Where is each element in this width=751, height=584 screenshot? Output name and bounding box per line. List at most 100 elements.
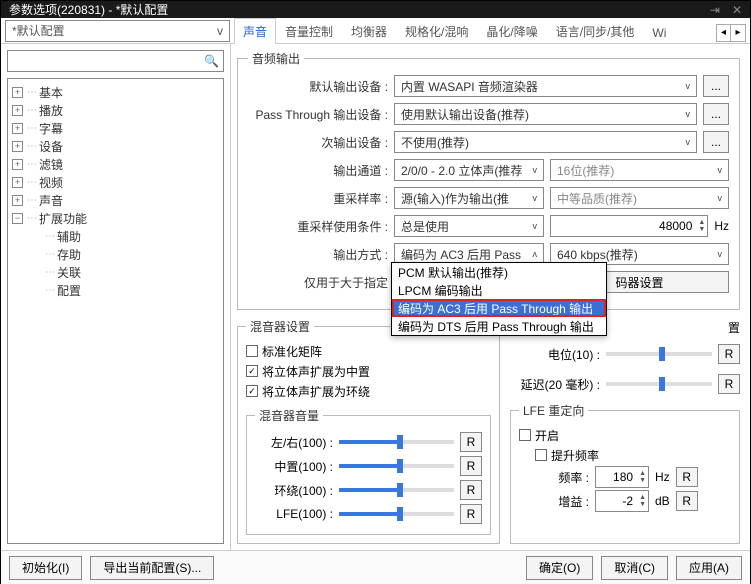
search-input[interactable]: 🔍 — [7, 50, 224, 72]
select-secondary-device[interactable]: 不使用(推荐)v — [394, 131, 697, 153]
slider-level[interactable] — [606, 352, 712, 356]
default-device-more-button[interactable]: ... — [703, 75, 729, 97]
tab-lang[interactable]: 语言/同步/其他 — [547, 18, 644, 44]
chevron-down-icon: v — [718, 165, 723, 175]
export-config-button[interactable]: 导出当前配置(S)... — [90, 556, 214, 580]
chevron-down-icon: v — [217, 24, 223, 38]
reset-level-button[interactable]: R — [718, 344, 740, 364]
reset-delay-button[interactable]: R — [718, 374, 740, 394]
reset-lr-button[interactable]: R — [460, 432, 482, 452]
slider-lfe[interactable] — [339, 512, 454, 516]
titlebar: 参数选项(220831) - *默认配置 ⇥ ✕ — [1, 1, 750, 18]
reset-surround-button[interactable]: R — [460, 480, 482, 500]
unit-hz: Hz — [655, 470, 670, 484]
expand-icon[interactable]: + — [12, 141, 23, 152]
select-default-device[interactable]: 内置 WASAPI 音频渲染器v — [394, 75, 697, 97]
tree-item-basic[interactable]: +⋯基本 — [10, 83, 221, 101]
tab-nav-left-icon[interactable]: ◂ — [717, 25, 731, 41]
apply-button[interactable]: 应用(A) — [676, 556, 742, 580]
expand-icon[interactable]: + — [12, 195, 23, 206]
ok-button[interactable]: 确定(O) — [526, 556, 593, 580]
slider-delay[interactable] — [606, 382, 712, 386]
chevron-down-icon: v — [686, 137, 691, 147]
label-resample-cond: 重采样使用条件 : — [248, 218, 388, 235]
cancel-button[interactable]: 取消(C) — [601, 556, 668, 580]
label-lfe: LFE(100) : — [255, 507, 333, 521]
input-resample-hz[interactable]: 48000▲▼ — [550, 215, 708, 237]
tree-item-audio[interactable]: +⋯声音 — [10, 191, 221, 209]
select-channels[interactable]: 2/0/0 - 2.0 立体声(推荐v — [394, 159, 544, 181]
tree-item-play[interactable]: +⋯播放 — [10, 101, 221, 119]
slider-surround[interactable] — [339, 488, 454, 492]
reset-lfe-freq-button[interactable]: R — [676, 467, 698, 487]
tree-item-ext[interactable]: −⋯扩展功能 — [10, 209, 221, 227]
label-only-for: 仅用于大于指定 — [248, 274, 388, 291]
group-lfe-redirect: LFE 重定向 开启 提升频率 频率 :180▲▼HzR 增益 :-2▲▼dBR — [510, 402, 740, 544]
dropdown-option-selected[interactable]: 编码为 AC3 后用 Pass Through 输出 — [392, 299, 606, 317]
input-lfe-freq[interactable]: 180▲▼ — [595, 466, 649, 488]
dropdown-option[interactable]: LPCM 编码输出 — [392, 281, 606, 299]
nav-tree[interactable]: +⋯基本 +⋯播放 +⋯字幕 +⋯设备 +⋯滤镜 +⋯视频 +⋯声音 −⋯扩展功… — [7, 78, 224, 544]
expand-icon[interactable]: + — [12, 87, 23, 98]
dropdown-option[interactable]: PCM 默认输出(推荐) — [392, 263, 606, 281]
chk-normalize-matrix[interactable]: 标准化矩阵 — [246, 341, 491, 361]
tab-normalize[interactable]: 规格化/混响 — [396, 18, 477, 44]
config-dropdown[interactable]: *默认配置 v — [5, 20, 230, 42]
input-lfe-gain[interactable]: -2▲▼ — [595, 490, 649, 512]
tree-item-assoc[interactable]: ⋯关联 — [10, 263, 221, 281]
tab-scroll-nav[interactable]: ◂ ▸ — [716, 24, 746, 42]
output-mode-dropdown[interactable]: PCM 默认输出(推荐) LPCM 编码输出 编码为 AC3 后用 Pass T… — [391, 262, 607, 336]
secondary-more-button[interactable]: ... — [703, 131, 729, 153]
select-resample-rate[interactable]: 源(输入)作为输出(推v — [394, 187, 544, 209]
select-resample-cond[interactable]: 总是使用v — [394, 215, 544, 237]
expand-icon[interactable]: + — [12, 123, 23, 134]
reset-lfe-button[interactable]: R — [460, 504, 482, 524]
tree-item-video[interactable]: +⋯视频 — [10, 173, 221, 191]
expand-icon[interactable]: + — [12, 105, 23, 116]
chevron-up-icon: ʌ — [533, 249, 538, 259]
chevron-down-icon: v — [718, 193, 723, 203]
label-lfe-gain: 增益 : — [519, 493, 589, 510]
spinner-icon[interactable]: ▲▼ — [698, 219, 705, 233]
pin-icon[interactable]: ⇥ — [710, 3, 720, 17]
tab-volume[interactable]: 音量控制 — [276, 18, 342, 44]
label-channels: 输出通道 : — [248, 162, 388, 179]
dropdown-option[interactable]: 编码为 DTS 后用 Pass Through 输出 — [392, 317, 606, 335]
chk-stereo-center[interactable]: ✓将立体声扩展为中置 — [246, 361, 491, 381]
tree-item-device[interactable]: +⋯设备 — [10, 137, 221, 155]
tree-item-store[interactable]: ⋯存助 — [10, 245, 221, 263]
collapse-icon[interactable]: − — [12, 213, 23, 224]
reset-center-button[interactable]: R — [460, 456, 482, 476]
tab-nav-right-icon[interactable]: ▸ — [731, 25, 745, 41]
spinner-icon[interactable]: ▲▼ — [639, 470, 646, 484]
spinner-icon[interactable]: ▲▼ — [639, 494, 646, 508]
chk-lfe-enable[interactable]: 开启 — [519, 425, 731, 445]
expand-icon[interactable]: + — [12, 177, 23, 188]
label-surround: 环绕(100) : — [255, 482, 333, 499]
chk-stereo-surround[interactable]: ✓将立体声扩展为环绕 — [246, 381, 491, 401]
tree-item-filter[interactable]: +⋯滤镜 — [10, 155, 221, 173]
close-icon[interactable]: ✕ — [732, 3, 742, 17]
slider-center[interactable] — [339, 464, 454, 468]
slider-lr[interactable] — [339, 440, 454, 444]
tab-crystal[interactable]: 晶化/降噪 — [477, 18, 546, 44]
tree-item-aux[interactable]: ⋯辅助 — [10, 227, 221, 245]
label-level: 电位(10) : — [510, 346, 600, 363]
select-resample-quality[interactable]: 中等品质(推荐)v — [550, 187, 729, 209]
chevron-down-icon: v — [718, 249, 723, 259]
tree-item-subtitle[interactable]: +⋯字幕 — [10, 119, 221, 137]
expand-icon[interactable]: + — [12, 159, 23, 170]
init-button[interactable]: 初始化(I) — [9, 556, 82, 580]
select-passthrough-device[interactable]: 使用默认输出设备(推荐)v — [394, 103, 697, 125]
chk-lfe-boost[interactable]: 提升频率 — [519, 445, 731, 465]
reset-lfe-gain-button[interactable]: R — [676, 491, 698, 511]
tab-sound[interactable]: 声音 — [234, 18, 276, 44]
tab-eq[interactable]: 均衡器 — [342, 18, 396, 44]
tab-overflow[interactable]: Wi — [643, 21, 675, 44]
group-mixer: 混音器设置 标准化矩阵 ✓将立体声扩展为中置 ✓将立体声扩展为环绕 混音器音量 … — [237, 318, 500, 544]
label-center: 中置(100) : — [255, 458, 333, 475]
chevron-down-icon: v — [533, 165, 538, 175]
tree-item-config[interactable]: ⋯配置 — [10, 281, 221, 299]
select-bitdepth[interactable]: 16位(推荐)v — [550, 159, 729, 181]
passthrough-more-button[interactable]: ... — [703, 103, 729, 125]
